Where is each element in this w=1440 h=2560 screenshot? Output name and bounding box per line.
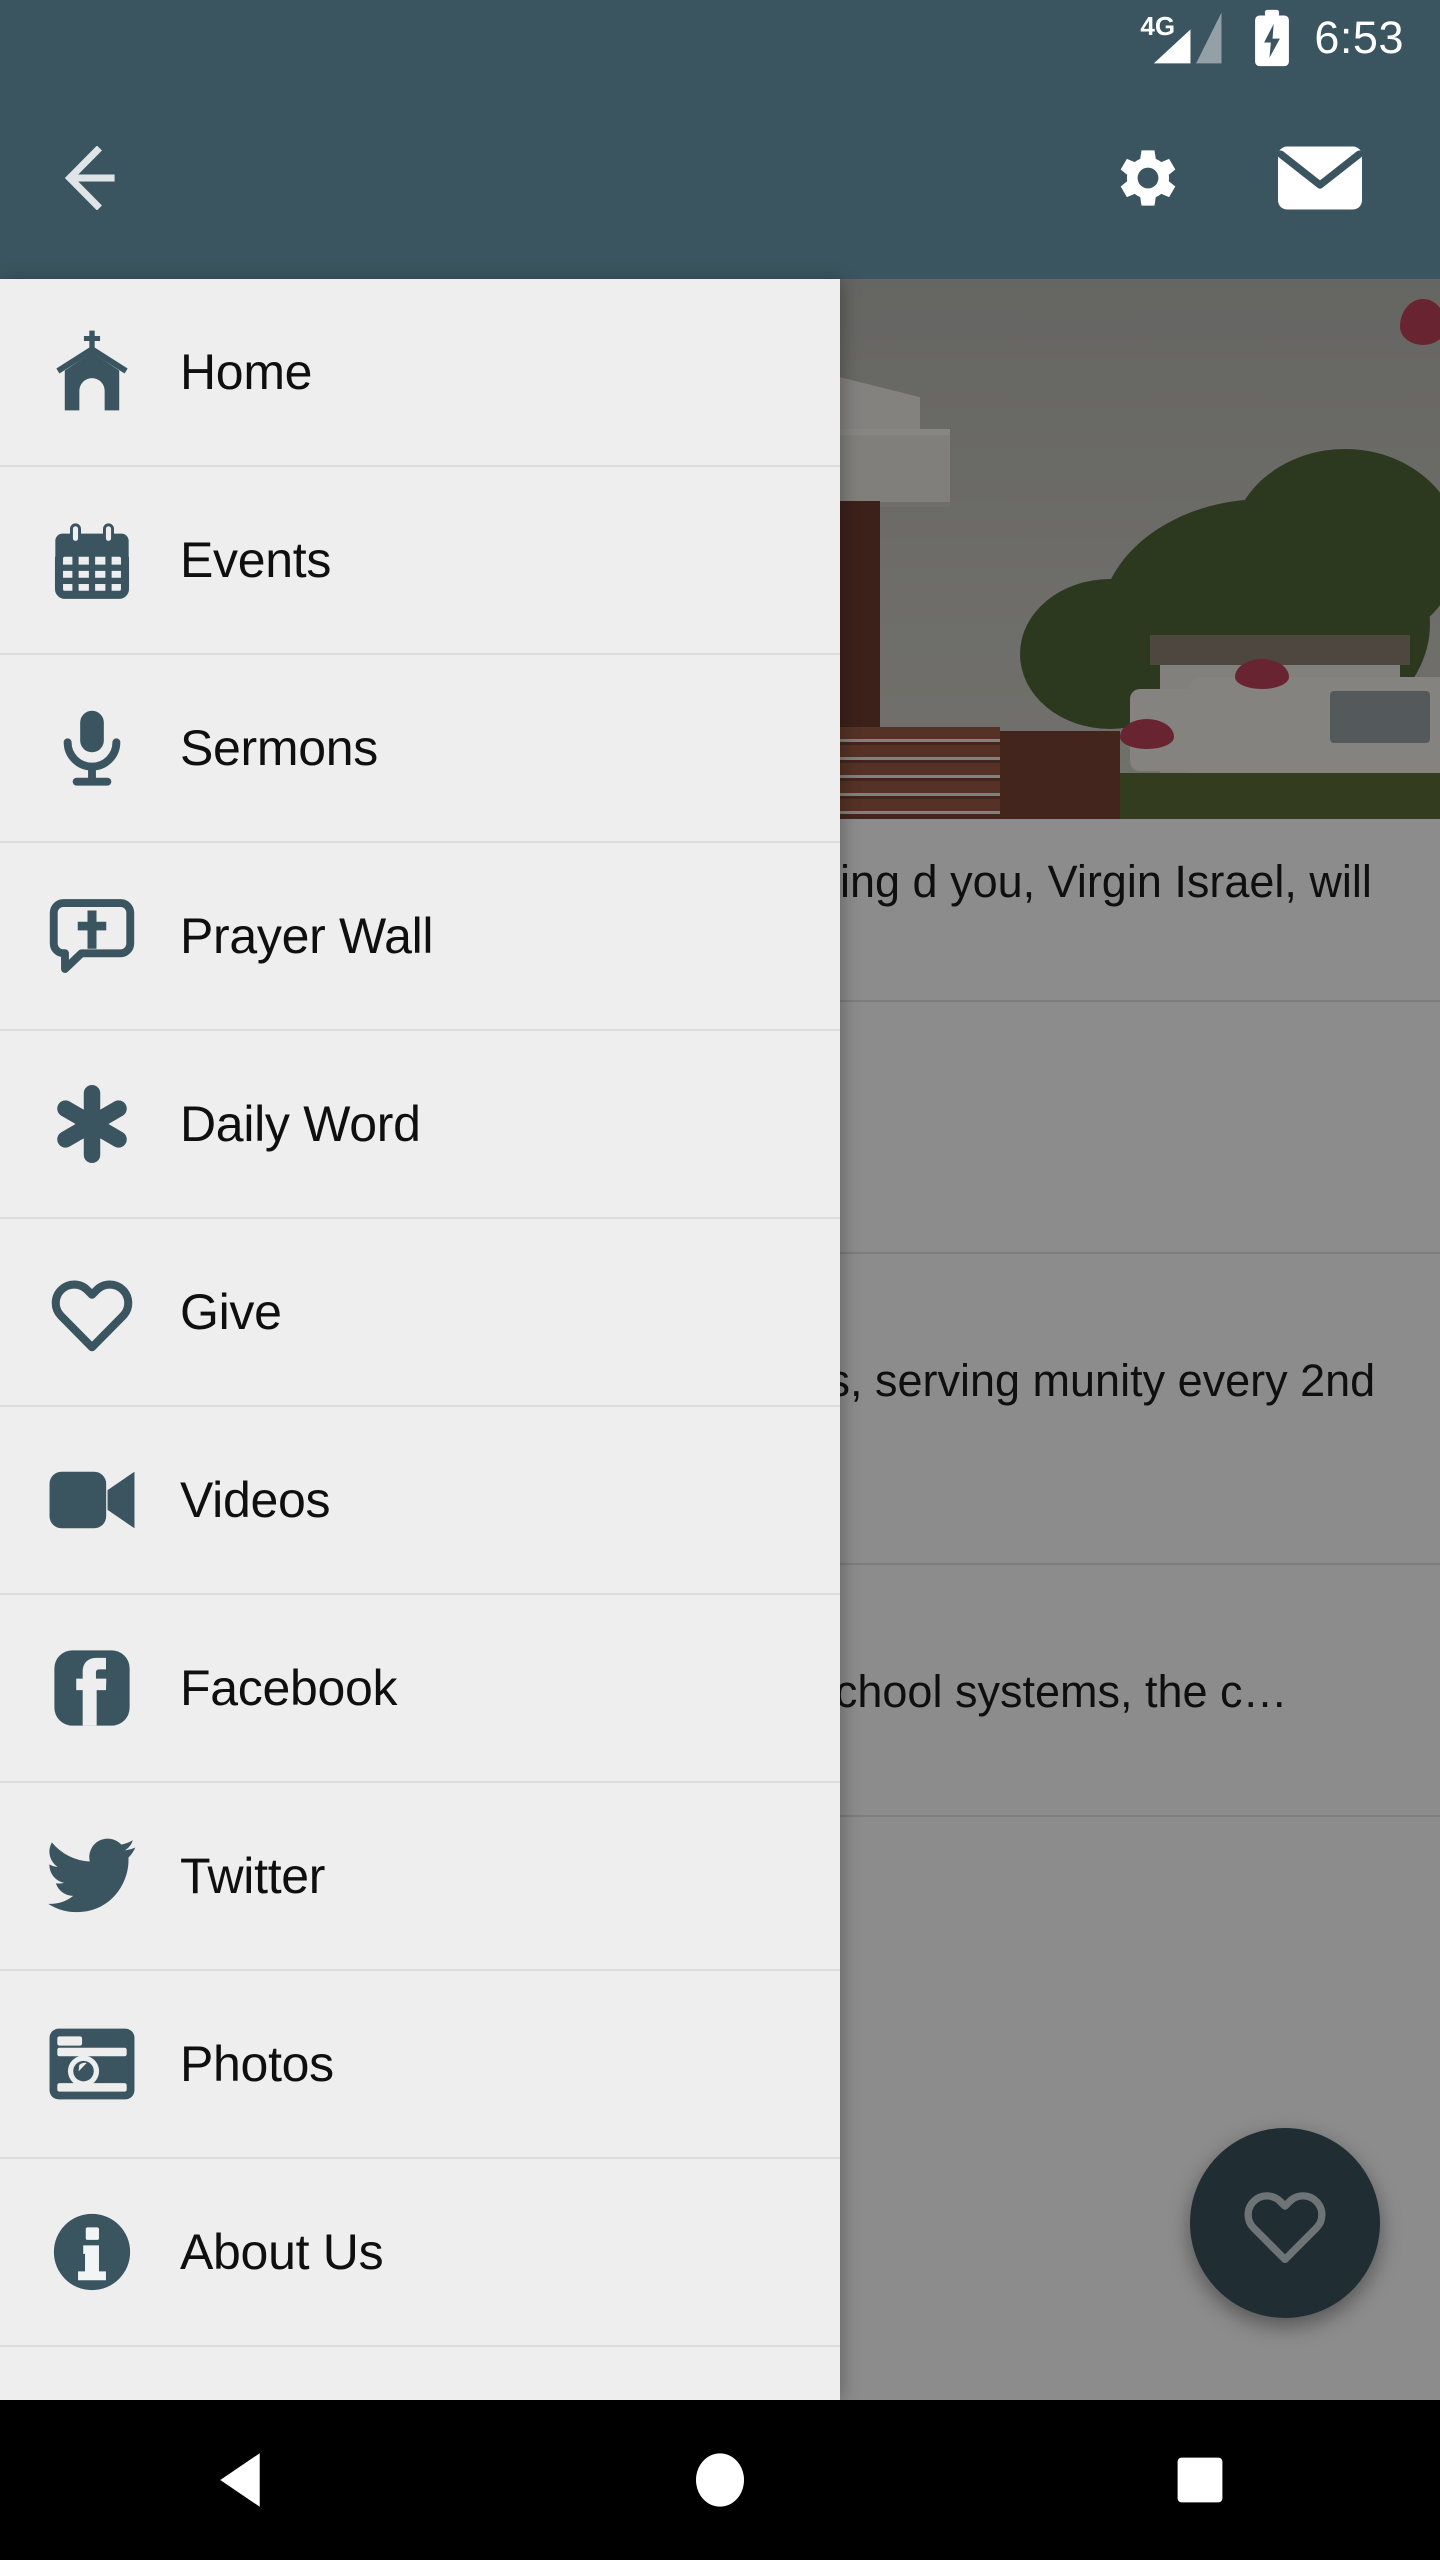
battery-charging-icon bbox=[1255, 9, 1290, 67]
messages-button[interactable] bbox=[1272, 130, 1368, 226]
envelope-icon bbox=[1277, 146, 1363, 209]
gear-icon bbox=[1120, 149, 1176, 206]
sidebar-item-label: Home bbox=[180, 344, 313, 400]
toolbar-actions bbox=[1100, 130, 1368, 226]
sidebar-item-partial[interactable] bbox=[0, 2347, 840, 2400]
sidebar-item-prayer-wall[interactable]: Prayer Wall bbox=[0, 843, 840, 1031]
sidebar-item-events[interactable]: Events bbox=[0, 467, 840, 655]
sidebar-item-label: Twitter bbox=[180, 1848, 326, 1904]
phone-screen: aying:“I have loved you n you with unfai… bbox=[0, 0, 1440, 2560]
sidebar-item-home[interactable]: Home bbox=[0, 279, 840, 467]
church-icon bbox=[36, 326, 148, 418]
sidebar-item-label: Photos bbox=[180, 2036, 334, 2092]
microphone-icon bbox=[36, 705, 148, 791]
status-clock: 6:53 bbox=[1314, 12, 1404, 63]
sidebar-item-twitter[interactable]: Twitter bbox=[0, 1783, 840, 1971]
nav-recents-button[interactable] bbox=[1120, 2400, 1280, 2560]
sidebar-item-daily-word[interactable]: Daily Word bbox=[0, 1031, 840, 1219]
asterisk-icon bbox=[36, 1081, 148, 1167]
facebook-icon bbox=[36, 1645, 148, 1731]
sidebar-item-label: About Us bbox=[180, 2224, 384, 2280]
heart-outline-icon bbox=[36, 1269, 148, 1355]
sidebar-item-sermons[interactable]: Sermons bbox=[0, 655, 840, 843]
navigation-drawer: Home Events Sermons Prayer Wall Daily Wo… bbox=[0, 279, 840, 2400]
android-nav-bar bbox=[0, 2400, 1440, 2560]
calendar-icon bbox=[36, 516, 148, 604]
arrow-back-icon bbox=[64, 145, 115, 210]
video-camera-icon bbox=[36, 1465, 148, 1535]
sidebar-item-label: Sermons bbox=[180, 720, 378, 776]
sidebar-item-photos[interactable]: Photos bbox=[0, 1971, 840, 2159]
sidebar-item-about-us[interactable]: About Us bbox=[0, 2159, 840, 2347]
info-circle-icon bbox=[36, 2208, 148, 2296]
sidebar-item-label: Prayer Wall bbox=[180, 908, 434, 964]
nav-back-button[interactable] bbox=[160, 2400, 320, 2560]
sidebar-item-label: Daily Word bbox=[180, 1096, 421, 1152]
settings-button[interactable] bbox=[1100, 130, 1196, 226]
app-toolbar bbox=[0, 76, 1440, 279]
camera-icon bbox=[36, 2025, 148, 2103]
sidebar-item-give[interactable]: Give bbox=[0, 1219, 840, 1407]
circle-home-icon bbox=[696, 2453, 744, 2507]
status-bar: 4G 6:53 bbox=[0, 0, 1440, 76]
sidebar-item-videos[interactable]: Videos bbox=[0, 1407, 840, 1595]
square-recents-icon bbox=[1177, 2457, 1223, 2503]
sidebar-item-label: Events bbox=[180, 532, 332, 588]
nav-home-button[interactable] bbox=[640, 2400, 800, 2560]
sidebar-item-facebook[interactable]: Facebook bbox=[0, 1595, 840, 1783]
back-button[interactable] bbox=[62, 135, 148, 221]
sidebar-item-label: Videos bbox=[180, 1472, 331, 1528]
speech-bubble-cross-icon bbox=[36, 891, 148, 981]
sidebar-item-label: Facebook bbox=[180, 1660, 398, 1716]
twitter-bird-icon bbox=[36, 1835, 148, 1917]
signal-cellular-icon: 4G bbox=[1134, 7, 1230, 69]
sidebar-item-label: Give bbox=[180, 1284, 282, 1340]
triangle-back-icon bbox=[220, 2453, 260, 2507]
